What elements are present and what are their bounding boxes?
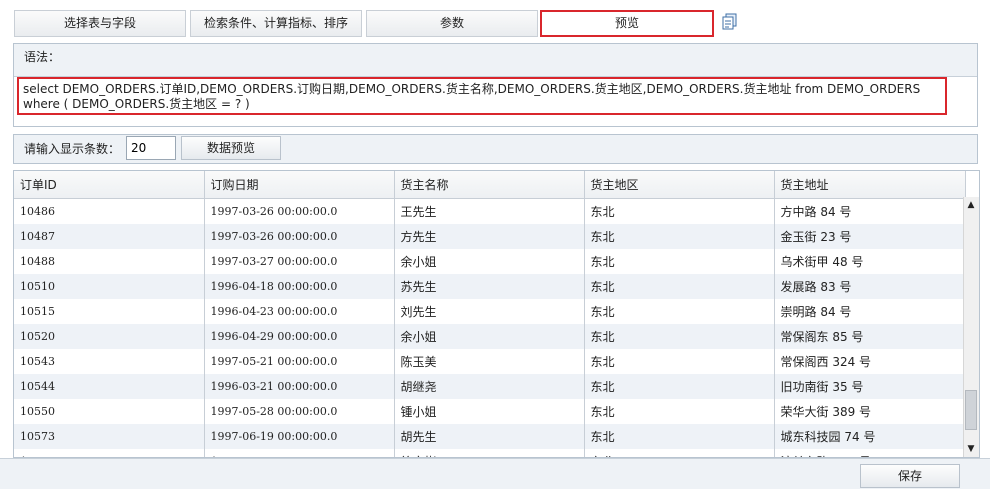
- cell-shipper-name: 胡先生: [394, 424, 585, 449]
- cell-shipper-region: 东北: [584, 224, 775, 249]
- table-row[interactable]: 10487 1997-03-26 00:00:00.0 方先生 东北 金玉街 2…: [14, 224, 966, 249]
- cell-shipper-address: 常保阁东 85 号: [774, 324, 966, 349]
- cell-order-id: 10550: [14, 399, 205, 424]
- cell-shipper-address: 滨关东路 343 号: [774, 449, 966, 457]
- cell-shipper-region: 东北: [584, 274, 775, 299]
- row-count-input[interactable]: [126, 136, 176, 160]
- cell-order-date: 1997-03-26 00:00:00.0: [204, 198, 395, 224]
- results-table: 订单ID 订购日期 货主名称 货主地区 货主地址 10486 1997-03-2…: [14, 171, 966, 457]
- cell-shipper-region: 东北: [584, 324, 775, 349]
- column-header[interactable]: 订单ID: [14, 171, 205, 199]
- data-preview-button[interactable]: 数据预览: [181, 136, 281, 160]
- column-header[interactable]: 货主地址: [774, 171, 966, 199]
- tab-select-table-fields[interactable]: 选择表与字段: [14, 10, 186, 37]
- cell-shipper-region: 东北: [584, 399, 775, 424]
- syntax-panel: 语法： select DEMO_ORDERS.订单ID,DEMO_ORDERS.…: [13, 43, 978, 127]
- cell-shipper-region: 东北: [584, 198, 775, 224]
- cell-shipper-name: 徐文彬: [394, 449, 585, 457]
- cell-order-id: 10515: [14, 299, 205, 324]
- scroll-down-icon[interactable]: ▼: [966, 444, 976, 454]
- tab-preview[interactable]: 预览: [540, 10, 714, 37]
- cell-shipper-region: 东北: [584, 424, 775, 449]
- cell-order-id: 10510: [14, 274, 205, 299]
- cell-shipper-region: 东北: [584, 349, 775, 374]
- cell-shipper-address: 乌术街甲 48 号: [774, 249, 966, 274]
- cell-shipper-address: 旧功南街 35 号: [774, 374, 966, 399]
- table-row[interactable]: 10520 1996-04-29 00:00:00.0 余小姐 东北 常保阁东 …: [14, 324, 966, 349]
- table-row[interactable]: 10543 1997-05-21 00:00:00.0 陈玉美 东北 常保阁西 …: [14, 349, 966, 374]
- sql-text[interactable]: select DEMO_ORDERS.订单ID,DEMO_ORDERS.订购日期…: [17, 77, 947, 115]
- cell-order-date: 1997-06-26 00:00:00.0: [204, 449, 395, 457]
- cell-shipper-name: 苏先生: [394, 274, 585, 299]
- table-header-row: 订单ID 订购日期 货主名称 货主地区 货主地址: [14, 171, 966, 199]
- footer-bar: 保存: [0, 458, 990, 489]
- syntax-label: 语法：: [14, 44, 977, 77]
- cell-shipper-name: 王先生: [394, 198, 585, 224]
- export-icon[interactable]: [722, 13, 738, 30]
- cell-order-id: 10580: [14, 449, 205, 457]
- cell-shipper-address: 常保阁西 324 号: [774, 349, 966, 374]
- scrollbar-thumb[interactable]: [965, 390, 977, 430]
- cell-order-date: 1996-04-29 00:00:00.0: [204, 324, 395, 349]
- cell-order-date: 1997-03-26 00:00:00.0: [204, 224, 395, 249]
- cell-order-date: 1997-05-28 00:00:00.0: [204, 399, 395, 424]
- table-row[interactable]: 10515 1996-04-23 00:00:00.0 刘先生 东北 崇明路 8…: [14, 299, 966, 324]
- row-count-bar: 请输入显示条数： 数据预览: [13, 134, 978, 164]
- tab-bar: 选择表与字段 检索条件、计算指标、排序 参数 预览: [0, 0, 990, 42]
- cell-order-date: 1996-04-23 00:00:00.0: [204, 299, 395, 324]
- vertical-scrollbar[interactable]: ▲ ▼: [963, 197, 979, 457]
- tab-parameters[interactable]: 参数: [366, 10, 538, 37]
- cell-shipper-name: 锺小姐: [394, 399, 585, 424]
- cell-order-id: 10573: [14, 424, 205, 449]
- cell-order-date: 1997-06-19 00:00:00.0: [204, 424, 395, 449]
- table-row[interactable]: 10544 1996-03-21 00:00:00.0 胡继尧 东北 旧功南街 …: [14, 374, 966, 399]
- cell-order-id: 10520: [14, 324, 205, 349]
- cell-order-id: 10543: [14, 349, 205, 374]
- cell-order-id: 10544: [14, 374, 205, 399]
- cell-shipper-address: 方中路 84 号: [774, 198, 966, 224]
- cell-shipper-name: 方先生: [394, 224, 585, 249]
- cell-shipper-region: 东北: [584, 299, 775, 324]
- cell-order-id: 10486: [14, 198, 205, 224]
- cell-shipper-address: 崇明路 84 号: [774, 299, 966, 324]
- cell-shipper-address: 城东科技园 74 号: [774, 424, 966, 449]
- table-row[interactable]: 10580 1997-06-26 00:00:00.0 徐文彬 东北 滨关东路 …: [14, 449, 966, 457]
- cell-shipper-region: 东北: [584, 449, 775, 457]
- cell-order-date: 1997-05-21 00:00:00.0: [204, 349, 395, 374]
- cell-order-date: 1996-04-18 00:00:00.0: [204, 274, 395, 299]
- tab-search-conditions[interactable]: 检索条件、计算指标、排序: [190, 10, 362, 37]
- cell-shipper-address: 金玉街 23 号: [774, 224, 966, 249]
- cell-shipper-name: 刘先生: [394, 299, 585, 324]
- save-button[interactable]: 保存: [860, 464, 960, 488]
- table-row[interactable]: 10550 1997-05-28 00:00:00.0 锺小姐 东北 荣华大街 …: [14, 399, 966, 424]
- cell-shipper-name: 余小姐: [394, 249, 585, 274]
- table-row[interactable]: 10488 1997-03-27 00:00:00.0 余小姐 东北 乌术街甲 …: [14, 249, 966, 274]
- cell-shipper-region: 东北: [584, 249, 775, 274]
- column-header[interactable]: 货主地区: [584, 171, 775, 199]
- cell-shipper-address: 发展路 83 号: [774, 274, 966, 299]
- cell-shipper-address: 荣华大街 389 号: [774, 399, 966, 424]
- cell-order-id: 10487: [14, 224, 205, 249]
- row-count-label: 请输入显示条数：: [24, 142, 121, 156]
- column-header[interactable]: 货主名称: [394, 171, 585, 199]
- cell-shipper-name: 胡继尧: [394, 374, 585, 399]
- cell-shipper-region: 东北: [584, 374, 775, 399]
- cell-shipper-name: 余小姐: [394, 324, 585, 349]
- cell-shipper-name: 陈玉美: [394, 349, 585, 374]
- cell-order-date: 1997-03-27 00:00:00.0: [204, 249, 395, 274]
- table-row[interactable]: 10486 1997-03-26 00:00:00.0 王先生 东北 方中路 8…: [14, 198, 966, 224]
- table-row[interactable]: 10510 1996-04-18 00:00:00.0 苏先生 东北 发展路 8…: [14, 274, 966, 299]
- cell-order-date: 1996-03-21 00:00:00.0: [204, 374, 395, 399]
- data-grid: 订单ID 订购日期 货主名称 货主地区 货主地址 10486 1997-03-2…: [13, 170, 980, 458]
- cell-order-id: 10488: [14, 249, 205, 274]
- table-row[interactable]: 10573 1997-06-19 00:00:00.0 胡先生 东北 城东科技园…: [14, 424, 966, 449]
- scroll-up-icon[interactable]: ▲: [966, 200, 976, 210]
- column-header[interactable]: 订购日期: [204, 171, 395, 199]
